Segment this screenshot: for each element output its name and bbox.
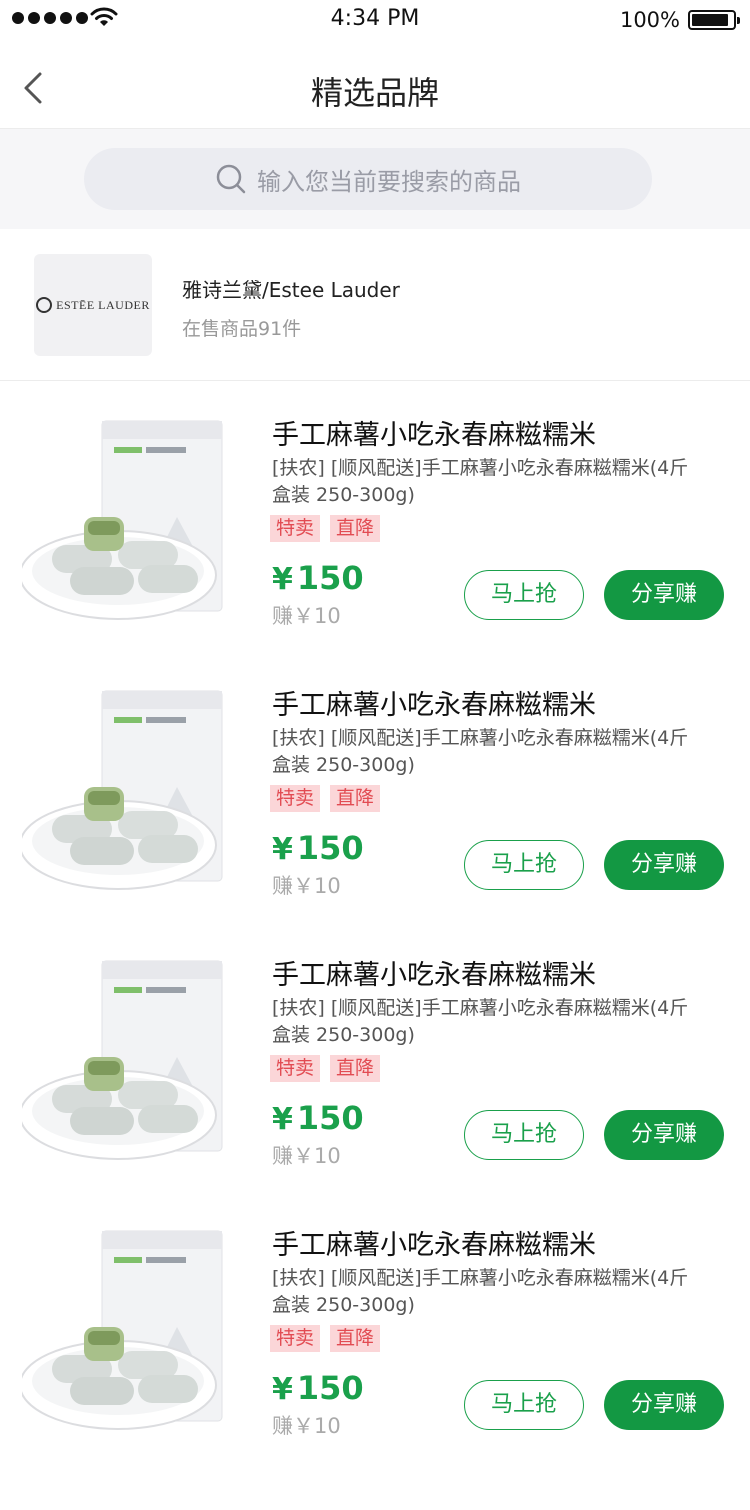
product-description: [扶农] [顺风配送]手工麻薯小吃永春麻糍糯米(4斤盒装 250-300g) xyxy=(272,457,689,506)
buy-now-button[interactable]: 马上抢 xyxy=(464,840,584,890)
price-currency: ¥ xyxy=(272,562,293,597)
product-tag: 直降 xyxy=(330,1055,381,1082)
buy-now-button[interactable]: 马上抢 xyxy=(464,1380,584,1430)
product-tags: 特卖 直降 xyxy=(270,1325,381,1352)
product-title: 手工麻薯小吃永春麻糍糯米 xyxy=(272,1230,596,1261)
product-tags: 特卖 直降 xyxy=(270,515,381,542)
price-value: 150 xyxy=(296,829,364,867)
share-earn-button[interactable]: 分享赚 xyxy=(604,840,724,890)
search-input[interactable]: 输入您当前要搜索的商品 xyxy=(84,148,652,210)
product-thumbnail xyxy=(22,690,223,890)
search-icon xyxy=(216,164,246,194)
battery-percentage: 100% xyxy=(619,8,680,32)
share-earn-button[interactable]: 分享赚 xyxy=(604,1380,724,1430)
price-value: 150 xyxy=(296,1369,364,1407)
product-item[interactable]: 手工麻薯小吃永春麻糍糯米 [扶农] [顺风配送]手工麻薯小吃永春麻糍糯米(4斤盒… xyxy=(0,1191,750,1461)
product-title: 手工麻薯小吃永春麻糍糯米 xyxy=(272,960,596,991)
brand-name: 雅诗兰黛/Estee Lauder xyxy=(182,278,400,302)
product-tag: 特卖 xyxy=(270,1055,321,1082)
product-thumbnail xyxy=(22,420,223,620)
search-area: 输入您当前要搜索的商品 xyxy=(0,129,750,229)
product-description: [扶农] [顺风配送]手工麻薯小吃永春麻糍糯米(4斤盒装 250-300g) xyxy=(272,727,689,776)
price-currency: ¥ xyxy=(272,832,293,867)
price-value: 150 xyxy=(296,559,364,597)
price-currency: ¥ xyxy=(272,1102,293,1137)
status-bar: 4:34 PM 100% xyxy=(0,0,750,40)
product-earn: 赚￥10 xyxy=(272,1414,341,1438)
product-tag: 特卖 xyxy=(270,785,321,812)
product-earn: 赚￥10 xyxy=(272,874,341,898)
brand-header[interactable]: ESTĒE LAUDER 雅诗兰黛/Estee Lauder 在售商品91件 xyxy=(0,229,750,381)
product-tag: 特卖 xyxy=(270,1325,321,1352)
product-item[interactable]: 手工麻薯小吃永春麻糍糯米 [扶农] [顺风配送]手工麻薯小吃永春麻糍糯米(4斤盒… xyxy=(0,651,750,921)
product-tag: 直降 xyxy=(330,515,381,542)
product-description: [扶农] [顺风配送]手工麻薯小吃永春麻糍糯米(4斤盒装 250-300g) xyxy=(272,997,689,1046)
product-item[interactable]: 手工麻薯小吃永春麻糍糯米 [扶农] [顺风配送]手工麻薯小吃永春麻糍糯米(4斤盒… xyxy=(0,381,750,651)
product-title: 手工麻薯小吃永春麻糍糯米 xyxy=(272,420,596,451)
brand-seal-icon xyxy=(36,297,53,313)
product-tag: 特卖 xyxy=(270,515,321,542)
search-placeholder: 输入您当前要搜索的商品 xyxy=(257,167,521,196)
product-earn: 赚￥10 xyxy=(272,1144,341,1168)
brand-logo: ESTĒE LAUDER xyxy=(34,254,152,356)
product-price: ¥150 xyxy=(272,1369,364,1407)
product-thumbnail xyxy=(22,960,223,1160)
product-item[interactable]: 手工麻薯小吃永春麻糍糯米 [扶农] [顺风配送]手工麻薯小吃永春麻糍糯米(4斤盒… xyxy=(0,921,750,1191)
price-currency: ¥ xyxy=(272,1372,293,1407)
nav-bar: 精选品牌 xyxy=(0,40,750,129)
page-title: 精选品牌 xyxy=(310,74,439,112)
brand-logo-text: ESTĒE LAUDER xyxy=(56,297,150,312)
brand-product-count: 在售商品91件 xyxy=(182,318,302,340)
product-tags: 特卖 直降 xyxy=(270,785,381,812)
product-title: 手工麻薯小吃永春麻糍糯米 xyxy=(272,690,596,721)
product-price: ¥150 xyxy=(272,559,364,597)
product-thumbnail xyxy=(22,1230,223,1430)
buy-now-button[interactable]: 马上抢 xyxy=(464,570,584,620)
product-price: ¥150 xyxy=(272,1099,364,1137)
share-earn-button[interactable]: 分享赚 xyxy=(604,570,724,620)
product-price: ¥150 xyxy=(272,829,364,867)
share-earn-button[interactable]: 分享赚 xyxy=(604,1110,724,1160)
battery-icon xyxy=(688,10,740,30)
product-tags: 特卖 直降 xyxy=(270,1055,381,1082)
product-description: [扶农] [顺风配送]手工麻薯小吃永春麻糍糯米(4斤盒装 250-300g) xyxy=(272,1267,689,1316)
product-tag: 直降 xyxy=(330,1325,381,1352)
buy-now-button[interactable]: 马上抢 xyxy=(464,1110,584,1160)
price-value: 150 xyxy=(296,1099,364,1137)
product-earn: 赚￥10 xyxy=(272,604,341,628)
product-tag: 直降 xyxy=(330,785,381,812)
product-list: 手工麻薯小吃永春麻糍糯米 [扶农] [顺风配送]手工麻薯小吃永春麻糍糯米(4斤盒… xyxy=(0,381,750,1461)
